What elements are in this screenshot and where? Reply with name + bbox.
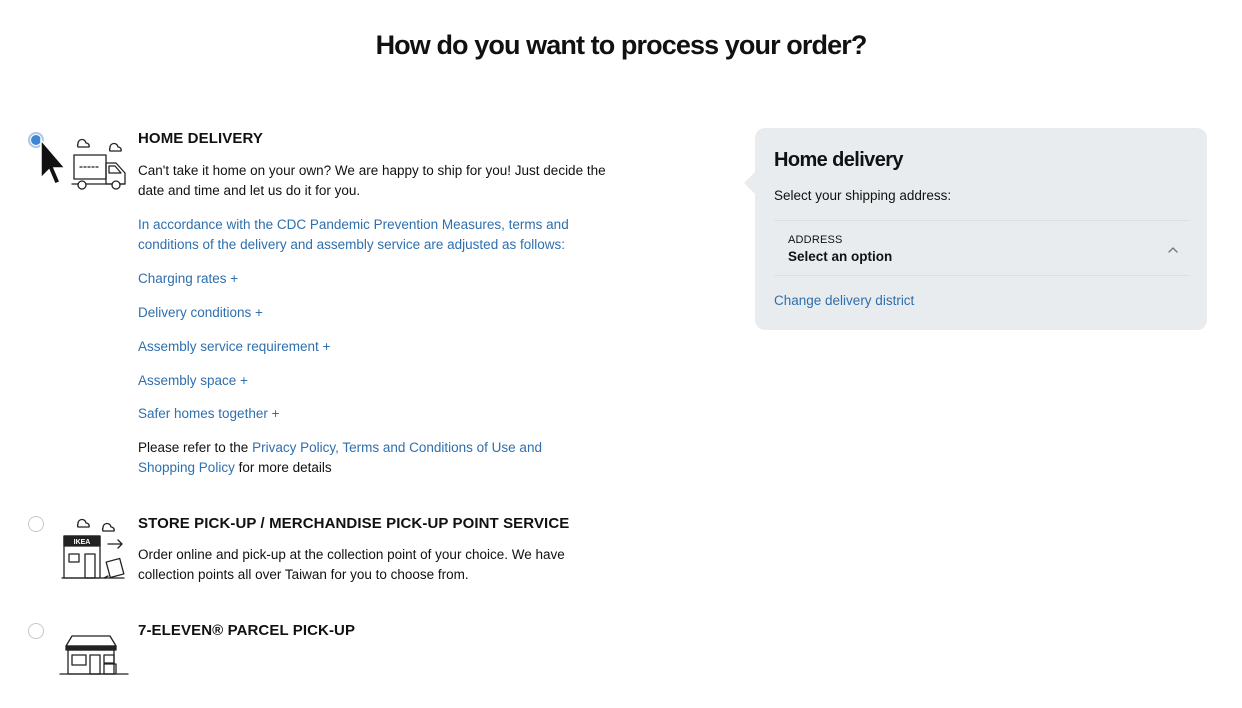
mouse-pointer-icon xyxy=(38,137,68,197)
change-delivery-district-link[interactable]: Change delivery district xyxy=(774,291,914,311)
policy-prefix: Please refer to the xyxy=(138,440,253,455)
convenience-store-icon xyxy=(58,630,130,683)
seven-eleven-radio[interactable] xyxy=(28,623,44,639)
address-select[interactable]: ADDRESS Select an option xyxy=(774,220,1189,276)
policy-note: Please refer to the Privacy Policy, Term… xyxy=(138,438,578,478)
policy-suffix: for more details xyxy=(234,460,332,475)
seven-eleven-title: 7-ELEVEN® PARCEL PICK-UP xyxy=(138,622,356,639)
assembly-space-link[interactable]: Assembly space + xyxy=(138,371,248,391)
charging-rates-link[interactable]: Charging rates + xyxy=(138,269,238,289)
store-pickup-description: Order online and pick-up at the collecti… xyxy=(138,547,565,582)
panel-title: Home delivery xyxy=(774,149,904,171)
panel-subtitle: Select your shipping address: xyxy=(774,188,952,203)
delivery-truck-icon xyxy=(58,132,130,197)
home-delivery-panel: Home delivery Select your shipping addre… xyxy=(744,128,1207,330)
svg-text:IKEA: IKEA xyxy=(74,539,91,546)
store-pickup-title: STORE PICK-UP / MERCHANDISE PICK-UP POIN… xyxy=(138,515,570,532)
delivery-conditions-link[interactable]: Delivery conditions + xyxy=(138,303,263,323)
home-delivery-title: HOME DELIVERY xyxy=(138,130,263,147)
page-title: How do you want to process your order? xyxy=(375,30,868,60)
address-label: ADDRESS xyxy=(788,234,843,246)
store-pickup-radio[interactable] xyxy=(28,516,44,532)
assembly-service-requirement-link[interactable]: Assembly service requirement + xyxy=(138,337,330,357)
address-selected-value: Select an option xyxy=(788,249,893,264)
ikea-store-icon: IKEA xyxy=(58,516,130,587)
safer-homes-together-link[interactable]: Safer homes together + xyxy=(138,404,279,424)
chevron-up-icon xyxy=(1167,243,1179,261)
home-delivery-description: Can't take it home on your own? We are h… xyxy=(138,163,606,198)
home-delivery-notice: In accordance with the CDC Pandemic Prev… xyxy=(138,217,569,252)
